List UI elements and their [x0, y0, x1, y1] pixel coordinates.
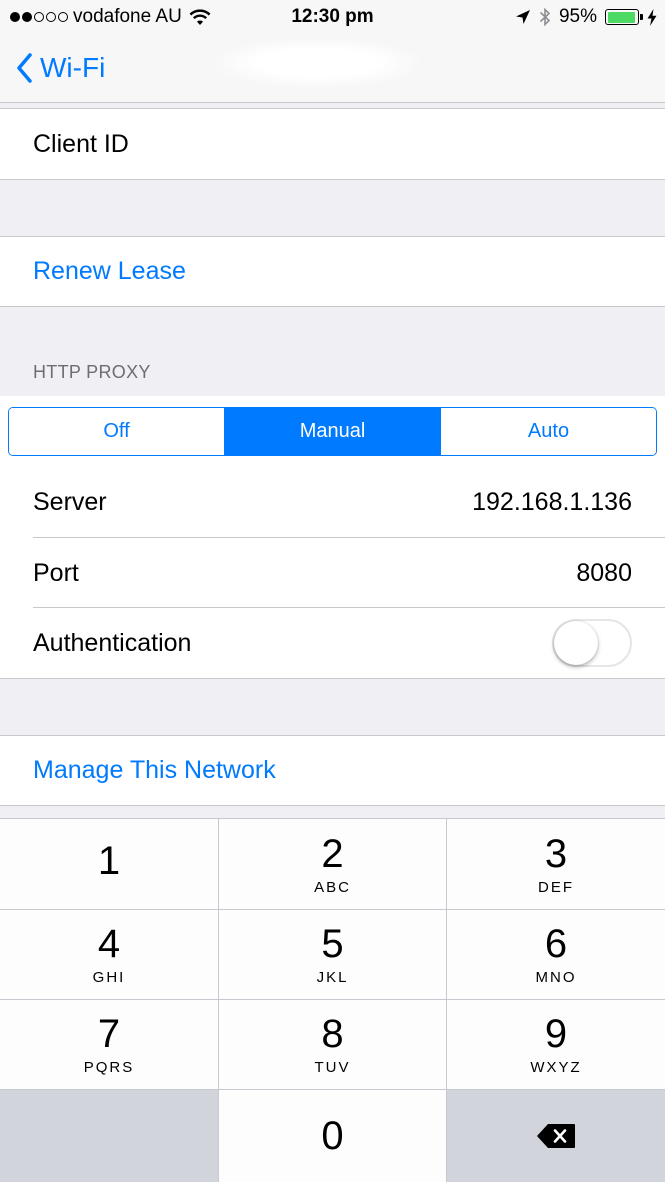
key-8[interactable]: 8 TUV	[219, 1000, 446, 1089]
server-row[interactable]: Server 192.168.1.136	[0, 467, 665, 538]
manage-network-label: Manage This Network	[33, 756, 276, 784]
status-left: vodafone AU	[10, 6, 211, 28]
server-value[interactable]: 192.168.1.136	[472, 488, 632, 517]
battery-percent: 95%	[558, 6, 597, 27]
key-letters: MNO	[535, 969, 577, 986]
carrier-name: vodafone AU	[73, 6, 182, 27]
key-7[interactable]: 7 PQRS	[0, 1000, 218, 1089]
battery-level	[607, 11, 636, 23]
chevron-left-icon	[17, 53, 32, 83]
key-digit: 3	[544, 831, 568, 876]
client-id-label: Client ID	[33, 129, 129, 158]
signal-dot	[34, 12, 44, 22]
top-bar: vodafone AU 12:30 pm 95% Wi-Fi	[0, 0, 665, 103]
authentication-toggle[interactable]	[552, 619, 632, 667]
bluetooth-icon	[539, 7, 551, 27]
key-letters: GHI	[92, 969, 126, 986]
numeric-keypad: 1 2 ABC 3 DEF 4 GHI 5 JKL 6 MNO 7 PQRS 8…	[0, 818, 665, 1182]
client-id-row[interactable]: Client ID	[0, 109, 665, 180]
proxy-mode-row: Off Manual Auto	[0, 396, 665, 467]
renew-lease-button[interactable]: Renew Lease	[0, 236, 665, 307]
port-label: Port	[33, 558, 79, 587]
key-letters: PQRS	[83, 1059, 135, 1076]
renew-lease-label: Renew Lease	[33, 257, 186, 285]
signal-strength-icon	[10, 12, 68, 22]
key-0[interactable]: 0	[219, 1090, 446, 1182]
backspace-key[interactable]	[447, 1090, 665, 1182]
key-4[interactable]: 4 GHI	[0, 910, 218, 999]
http-proxy-header: HTTP PROXY	[33, 362, 151, 382]
key-digit: 6	[544, 922, 568, 966]
server-label: Server	[33, 488, 107, 516]
port-row[interactable]: Port 8080	[0, 538, 665, 608]
redacted-network-title	[212, 38, 422, 88]
key-9[interactable]: 9 WXYZ	[447, 1000, 665, 1089]
proxy-mode-auto[interactable]: Auto	[441, 408, 656, 455]
key-2[interactable]: 2 ABC	[219, 819, 446, 909]
key-6[interactable]: 6 MNO	[447, 910, 665, 999]
authentication-label: Authentication	[33, 628, 192, 657]
key-digit: 8	[321, 1012, 344, 1056]
manage-network-button[interactable]: Manage This Network	[0, 735, 665, 806]
wifi-icon	[189, 9, 211, 25]
key-digit: 4	[97, 922, 121, 966]
key-letters: WXYZ	[530, 1059, 582, 1076]
key-5[interactable]: 5 JKL	[219, 910, 446, 999]
key-1[interactable]: 1	[0, 819, 218, 909]
signal-dot	[22, 12, 32, 22]
signal-dot	[46, 12, 56, 22]
key-digit: 1	[97, 839, 121, 883]
key-letters: ABC	[314, 878, 351, 896]
key-digit: 5	[321, 922, 344, 966]
backspace-icon	[537, 1124, 575, 1148]
authentication-row: Authentication	[0, 608, 665, 679]
battery-icon	[605, 9, 643, 25]
key-digit: 2	[321, 831, 344, 876]
back-button-label: Wi-Fi	[40, 52, 106, 83]
signal-dot	[10, 12, 20, 22]
key-digit: 0	[321, 1114, 344, 1158]
proxy-mode-manual[interactable]: Manual	[225, 408, 441, 455]
key-letters: TUV	[314, 1059, 351, 1076]
key-3[interactable]: 3 DEF	[447, 819, 665, 909]
proxy-mode-off[interactable]: Off	[9, 408, 225, 455]
status-bar: vodafone AU 12:30 pm 95%	[0, 0, 665, 34]
back-button[interactable]: Wi-Fi	[16, 48, 105, 88]
status-right: 95%	[515, 6, 657, 28]
location-arrow-icon	[515, 10, 530, 24]
key-letters: JKL	[316, 969, 349, 986]
key-digit: 9	[544, 1012, 568, 1056]
key-blank	[0, 1090, 218, 1182]
toggle-knob	[554, 621, 598, 665]
port-value[interactable]: 8080	[576, 559, 632, 588]
proxy-mode-segmented-control: Off Manual Auto	[8, 407, 657, 456]
charging-bolt-icon	[647, 8, 657, 26]
key-digit: 7	[97, 1012, 121, 1056]
key-letters: DEF	[538, 878, 574, 896]
signal-dot	[58, 12, 68, 22]
